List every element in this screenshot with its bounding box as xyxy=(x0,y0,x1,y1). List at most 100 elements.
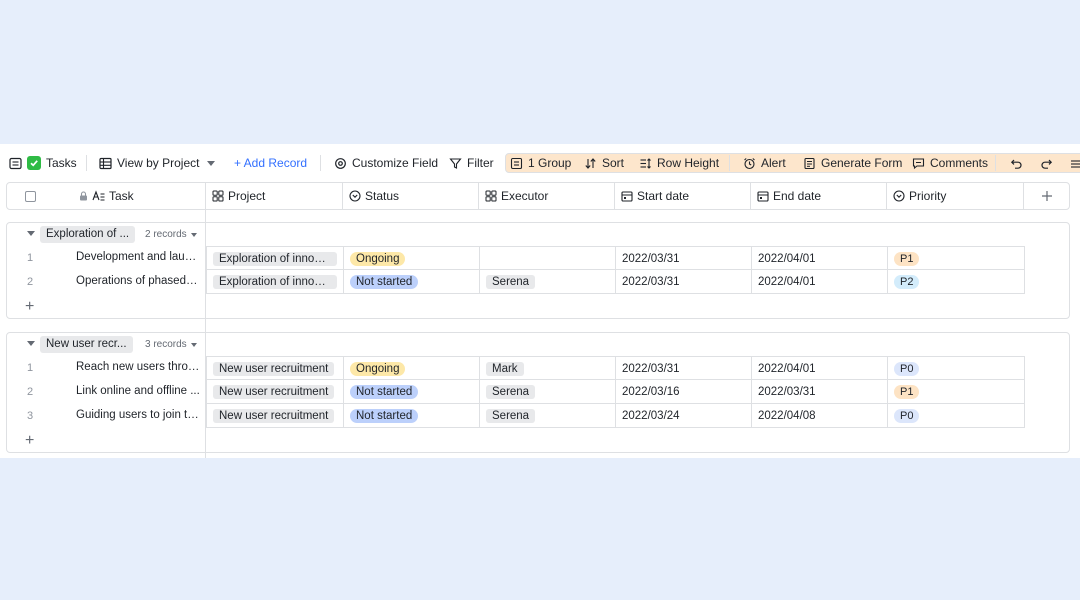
column-header-start-date[interactable]: Start date xyxy=(615,183,751,209)
priority-badge: P2 xyxy=(894,274,920,289)
executor-cell[interactable]: Serena xyxy=(480,380,616,403)
status-cell[interactable]: Not started xyxy=(344,404,480,427)
start-date-value: 2022/03/16 xyxy=(622,385,680,398)
project-cell[interactable]: Exploration of innova... xyxy=(207,247,344,270)
end-date-value: 2022/04/01 xyxy=(758,252,816,265)
status-badge: Ongoing xyxy=(350,361,406,376)
column-header-project[interactable]: Project xyxy=(206,183,343,209)
task-cell[interactable]: Guiding users to join th... xyxy=(76,409,200,421)
priority-cell[interactable]: P0 xyxy=(888,404,1025,427)
end-date-cell[interactable]: 2022/04/08 xyxy=(752,404,888,427)
row-cells: Exploration of innova... Not started Ser… xyxy=(206,270,1025,294)
table-panel: Tasks View by Project + Add Record Custo… xyxy=(0,144,1080,458)
start-date-cell[interactable]: 2022/03/31 xyxy=(616,357,752,380)
table-row[interactable]: 2 Link online and offline ... New user r… xyxy=(7,380,1025,404)
sort-label: Sort xyxy=(602,156,625,170)
executor-cell[interactable]: Serena xyxy=(480,404,616,427)
row-number: 1 xyxy=(27,362,34,374)
form-icon xyxy=(804,157,815,169)
start-date-cell[interactable]: 2022/03/31 xyxy=(616,247,752,270)
group-header[interactable]: Exploration of ... 2 records xyxy=(7,223,1069,245)
sort-button[interactable]: Sort xyxy=(584,153,624,173)
column-header-task[interactable]: Task xyxy=(73,183,206,209)
column-header-priority[interactable]: Priority xyxy=(887,183,1024,209)
status-cell[interactable]: Ongoing xyxy=(344,247,480,270)
project-tag: New user recruitment xyxy=(213,408,335,423)
project-cell[interactable]: New user recruitment xyxy=(207,357,344,380)
lock-icon xyxy=(80,191,87,201)
project-cell[interactable]: New user recruitment xyxy=(207,404,344,427)
sort-icon xyxy=(585,157,596,169)
table-row[interactable]: 1 Development and launc... Exploration o… xyxy=(7,246,1025,270)
table-menu[interactable]: Tasks xyxy=(9,153,77,173)
comments-button[interactable]: Comments xyxy=(912,153,988,173)
priority-cell[interactable]: P2 xyxy=(888,270,1025,293)
group-record-count[interactable]: 3 records xyxy=(145,339,197,350)
column-header-status[interactable]: Status xyxy=(343,183,479,209)
start-date-cell[interactable]: 2022/03/16 xyxy=(616,380,752,403)
project-cell[interactable]: New user recruitment xyxy=(207,380,344,403)
priority-cell[interactable]: P1 xyxy=(888,247,1025,270)
status-cell[interactable]: Ongoing xyxy=(344,357,480,380)
executor-cell[interactable]: Serena xyxy=(480,270,616,293)
group-name-tag: Exploration of ... xyxy=(40,226,136,243)
select-all-checkbox[interactable] xyxy=(25,190,36,202)
redo-button[interactable] xyxy=(1040,153,1053,173)
row-height-button[interactable]: Row Height xyxy=(639,153,719,173)
end-date-cell[interactable]: 2022/04/01 xyxy=(752,270,888,293)
settings-icon xyxy=(335,157,346,169)
end-date-value: 2022/04/08 xyxy=(758,409,816,422)
collapse-caret-icon[interactable] xyxy=(27,341,35,346)
start-date-cell[interactable]: 2022/03/24 xyxy=(616,404,752,427)
add-field-button[interactable] xyxy=(1024,183,1069,209)
group-record-count[interactable]: 2 records xyxy=(145,229,197,240)
customize-field-button[interactable]: Customize Field xyxy=(334,153,438,173)
record-group: New user recr... 3 records 1 Reach new u… xyxy=(6,332,1070,453)
view-name: View by Project xyxy=(117,156,200,170)
generate-form-button[interactable]: Generate Form xyxy=(803,153,902,173)
view-selector[interactable]: View by Project xyxy=(99,153,216,173)
table-row[interactable]: 2 Operations of phased r... Exploration … xyxy=(7,270,1025,294)
collapse-caret-icon[interactable] xyxy=(27,231,35,236)
add-row-button[interactable]: + xyxy=(25,299,34,315)
table-row[interactable]: 3 Guiding users to join th... New user r… xyxy=(7,404,1025,428)
undo-button[interactable] xyxy=(1010,153,1023,173)
divider xyxy=(729,155,730,171)
project-tag: New user recruitment xyxy=(213,384,335,399)
priority-cell[interactable]: P1 xyxy=(888,380,1025,403)
list-icon xyxy=(9,157,22,169)
column-header-end-date[interactable]: End date xyxy=(751,183,887,209)
group-header[interactable]: New user recr... 3 records xyxy=(7,333,1069,355)
status-cell[interactable]: Not started xyxy=(344,270,480,293)
select-all-checkbox-cell[interactable] xyxy=(7,183,69,209)
check-mark-icon xyxy=(27,156,41,170)
task-cell[interactable]: Operations of phased r... xyxy=(76,275,200,287)
task-cell[interactable]: Link online and offline ... xyxy=(76,385,200,397)
add-record-button[interactable]: + Add Record xyxy=(234,153,307,173)
alert-button[interactable]: Alert xyxy=(743,153,786,173)
end-date-cell[interactable]: 2022/04/01 xyxy=(752,357,888,380)
task-cell[interactable]: Development and launc... xyxy=(76,251,200,263)
task-cell[interactable]: Reach new users throu... xyxy=(76,361,200,373)
table-name: Tasks xyxy=(46,156,77,170)
column-header-executor[interactable]: Executor xyxy=(479,183,615,209)
executor-cell[interactable]: Mark xyxy=(480,357,616,380)
status-cell[interactable]: Not started xyxy=(344,380,480,403)
executor-cell[interactable] xyxy=(480,247,616,270)
row-height-icon xyxy=(640,157,651,169)
group-label: 1 Group xyxy=(528,156,572,170)
calendar-icon xyxy=(621,191,633,202)
column-label: Task xyxy=(109,189,134,203)
project-cell[interactable]: Exploration of innova... xyxy=(207,270,344,293)
single-select-icon xyxy=(349,190,361,202)
filter-button[interactable]: Filter xyxy=(449,153,494,173)
more-icon[interactable] xyxy=(1070,153,1080,173)
add-row-button[interactable]: + xyxy=(25,433,34,449)
priority-cell[interactable]: P0 xyxy=(888,357,1025,380)
table-row[interactable]: 1 Reach new users throu... New user recr… xyxy=(7,356,1025,380)
plus-icon xyxy=(1041,191,1052,201)
start-date-cell[interactable]: 2022/03/31 xyxy=(616,270,752,293)
row-cells: New user recruitment Not started Serena … xyxy=(206,404,1025,428)
end-date-cell[interactable]: 2022/04/01 xyxy=(752,247,888,270)
end-date-cell[interactable]: 2022/03/31 xyxy=(752,380,888,403)
